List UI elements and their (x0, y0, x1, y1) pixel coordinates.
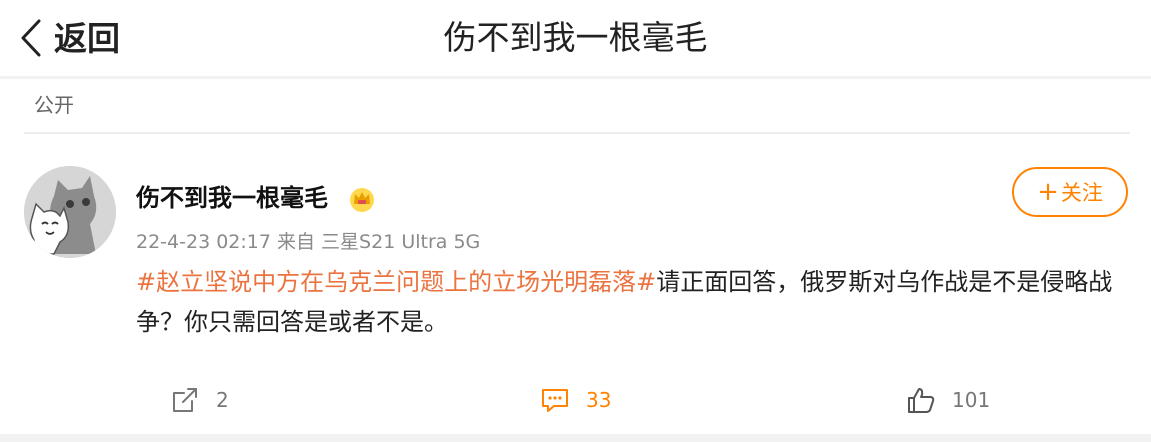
comment-button[interactable]: 33 (540, 382, 611, 418)
repost-button[interactable]: 2 (170, 382, 229, 418)
repost-count: 2 (216, 388, 229, 412)
action-bar: 2 33 101 (0, 382, 1151, 418)
username[interactable]: 伤不到我一根毫毛 (136, 183, 328, 213)
avatar[interactable] (24, 166, 116, 258)
visibility-label: 公开 (34, 93, 74, 117)
like-button[interactable]: 101 (906, 382, 990, 418)
top-navigation-bar: 返回 伤不到我一根毫毛 (0, 0, 1151, 76)
cat-avatar-icon (24, 166, 116, 258)
post-meta: 22-4-23 02:17 来自 三星S21 Ultra 5G (136, 230, 480, 254)
post-content: #赵立坚说中方在乌克兰问题上的立场光明磊落#请正面回答，俄罗斯对乌作战是不是侵略… (136, 262, 1126, 342)
plus-icon: + (1037, 177, 1059, 207)
hashtag-link[interactable]: #赵立坚说中方在乌克兰问题上的立场光明磊落# (136, 268, 656, 296)
comment-icon (542, 389, 568, 412)
post-source: 来自 三星S21 Ultra 5G (277, 231, 481, 253)
comment-count: 33 (586, 388, 612, 412)
follow-button[interactable]: + 关注 (1012, 167, 1128, 217)
thumbs-up-icon (908, 388, 935, 413)
section-divider (24, 132, 1130, 134)
follow-label: 关注 (1060, 181, 1103, 205)
like-count: 101 (952, 388, 991, 412)
header-divider (0, 76, 1151, 79)
post-timestamp: 22-4-23 02:17 (136, 231, 271, 253)
page-title: 伤不到我一根毫毛 (443, 18, 708, 57)
crown-badge-icon (350, 188, 374, 212)
repost-icon (173, 388, 197, 412)
footer-divider (0, 434, 1151, 442)
